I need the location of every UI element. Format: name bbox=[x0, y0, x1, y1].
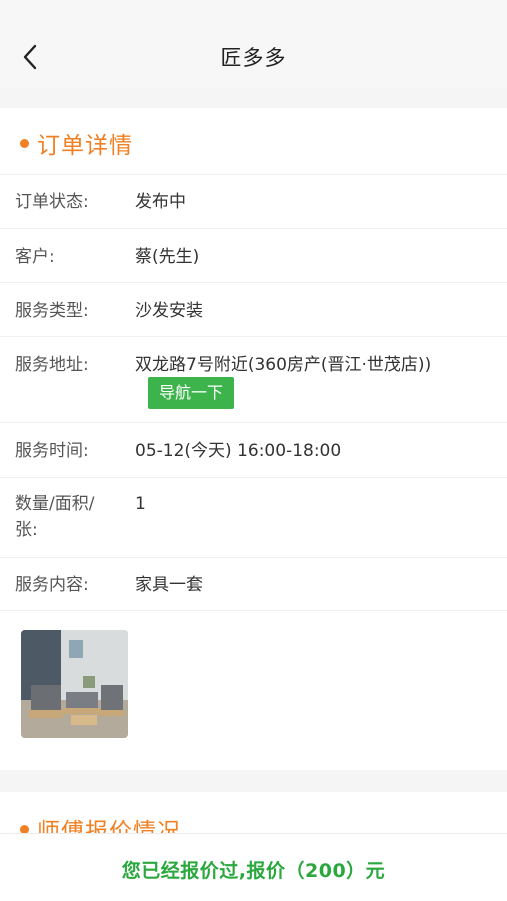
detail-row-status: 订单状态: 发布中 bbox=[0, 174, 507, 227]
detail-row-address: 服务地址: 双龙路7号附近(360房产(晋江·世茂店)) bbox=[0, 336, 507, 423]
row-label: 订单状态: bbox=[15, 192, 89, 212]
row-label: 服务时间: bbox=[15, 441, 89, 461]
row-value: 沙发安装 bbox=[135, 301, 203, 321]
row-value: 1 bbox=[135, 494, 146, 514]
row-value: 发布中 bbox=[135, 192, 186, 212]
row-label: 服务地址: bbox=[15, 355, 89, 375]
page-title: 匠多多 bbox=[220, 46, 287, 70]
detail-row-time: 服务时间: 05-12(今天) 16:00-18:00 bbox=[0, 422, 507, 477]
detail-row-customer: 客户: 蔡(先生) bbox=[0, 228, 507, 281]
sofa-photo-image bbox=[21, 630, 128, 738]
row-label: 客户: bbox=[15, 247, 55, 267]
row-label: 数量/面积/张: bbox=[15, 494, 95, 540]
row-value: 双龙路7号附近(360房产(晋江·世茂店)) bbox=[135, 355, 432, 375]
divider bbox=[0, 610, 507, 612]
order-photo-thumbnail[interactable] bbox=[21, 630, 128, 738]
row-label: 服务内容: bbox=[15, 575, 89, 595]
order-detail-heading-text: 订单详情 bbox=[37, 133, 133, 159]
order-detail-heading: 订单详情 bbox=[20, 126, 133, 159]
detail-row-quantity: 数量/面积/张: 1 bbox=[0, 477, 507, 558]
detail-row-content: 服务内容: 家具一套 bbox=[0, 557, 507, 610]
bullet-dot-icon bbox=[20, 139, 29, 148]
detail-row-service-type: 服务类型: 沙发安装 bbox=[0, 282, 507, 335]
row-value: 家具一套 bbox=[135, 575, 203, 595]
navigate-button[interactable]: 导航一下 bbox=[148, 377, 234, 409]
bottom-status-bar: 您已经报价过,报价（200）元 bbox=[0, 833, 507, 901]
top-nav-bar: 匠多多 bbox=[0, 0, 507, 88]
row-label: 服务类型: bbox=[15, 301, 89, 321]
row-value: 蔡(先生) bbox=[135, 247, 200, 267]
row-value: 05-12(今天) 16:00-18:00 bbox=[135, 441, 342, 461]
quote-status-text: 您已经报价过,报价（200）元 bbox=[121, 860, 386, 882]
